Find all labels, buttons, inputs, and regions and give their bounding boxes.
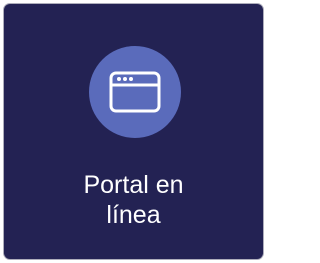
icon-badge	[89, 46, 181, 138]
browser-window-icon	[109, 71, 161, 113]
tile-label-line-1: Portal en	[83, 171, 184, 199]
online-portal-tile[interactable]: Portal en línea	[4, 4, 263, 259]
tile-label-line-2: línea	[106, 201, 161, 229]
tile-label: Portal en línea	[4, 170, 263, 230]
